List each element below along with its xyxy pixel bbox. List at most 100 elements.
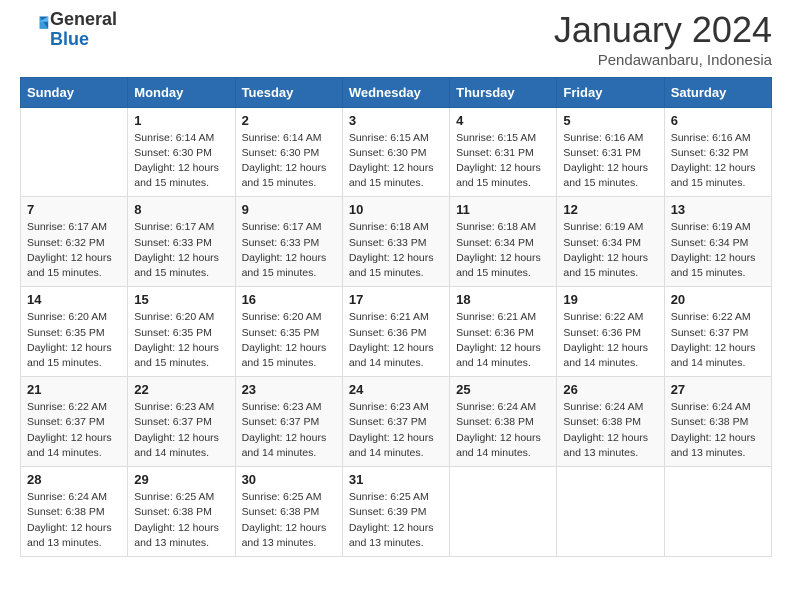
calendar-cell: 27Sunrise: 6:24 AMSunset: 6:38 PMDayligh… bbox=[664, 377, 771, 467]
calendar-cell: 13 Sunrise: 6:19 AMSunset: 6:34 PMDayligh… bbox=[664, 197, 771, 287]
day-info: Sunrise: 6:19 AMSunset: 6:34 PMDaylight:… bbox=[671, 220, 765, 281]
calendar-cell: 29 Sunrise: 6:25 AMSunset: 6:38 PMDayligh… bbox=[128, 467, 235, 557]
page-header: General Blue January 2024 Pendawanbaru, … bbox=[20, 10, 772, 69]
title-block: January 2024 Pendawanbaru, Indonesia bbox=[554, 10, 772, 69]
calendar-cell: 10 Sunrise: 6:18 AMSunset: 6:33 PMDayligh… bbox=[342, 197, 449, 287]
calendar-cell: 28 Sunrise: 6:24 AMSunset: 6:38 PMDayligh… bbox=[21, 467, 128, 557]
day-number: 4 bbox=[456, 113, 550, 128]
calendar-cell: 9 Sunrise: 6:17 AMSunset: 6:33 PMDaylight… bbox=[235, 197, 342, 287]
day-info: Sunrise: 6:24 AMSunset: 6:38 PMDaylight:… bbox=[456, 400, 550, 461]
calendar-cell: 3 Sunrise: 6:15 AMSunset: 6:30 PMDaylight… bbox=[342, 107, 449, 197]
day-number: 14 bbox=[27, 292, 121, 307]
day-info: Sunrise: 6:15 AMSunset: 6:31 PMDaylight:… bbox=[456, 131, 550, 192]
calendar-cell: 23Sunrise: 6:23 AMSunset: 6:37 PMDayligh… bbox=[235, 377, 342, 467]
calendar-cell: 25 Sunrise: 6:24 AMSunset: 6:38 PMDayligh… bbox=[450, 377, 557, 467]
day-number: 30 bbox=[242, 472, 336, 487]
weekday-header-thursday: Thursday bbox=[450, 77, 557, 107]
day-info: Sunrise: 6:16 AMSunset: 6:32 PMDaylight:… bbox=[671, 131, 765, 192]
day-number: 21 bbox=[27, 382, 121, 397]
day-info: Sunrise: 6:16 AMSunset: 6:31 PMDaylight:… bbox=[563, 131, 657, 192]
day-number: 12 bbox=[563, 202, 657, 217]
day-info: Sunrise: 6:20 AMSunset: 6:35 PMDaylight:… bbox=[27, 310, 121, 371]
logo-blue-text: Blue bbox=[50, 29, 89, 49]
calendar-cell: 14 Sunrise: 6:20 AMSunset: 6:35 PMDayligh… bbox=[21, 287, 128, 377]
week-row-1: 1Sunrise: 6:14 AMSunset: 6:30 PMDaylight… bbox=[21, 107, 772, 197]
day-info: Sunrise: 6:24 AMSunset: 6:38 PMDaylight:… bbox=[27, 490, 121, 551]
day-number: 6 bbox=[671, 113, 765, 128]
day-info: Sunrise: 6:23 AMSunset: 6:37 PMDaylight:… bbox=[349, 400, 443, 461]
calendar-cell: 19 Sunrise: 6:22 AMSunset: 6:36 PMDayligh… bbox=[557, 287, 664, 377]
location-text: Pendawanbaru, Indonesia bbox=[554, 52, 772, 69]
calendar-cell bbox=[557, 467, 664, 557]
day-info: Sunrise: 6:25 AMSunset: 6:38 PMDaylight:… bbox=[134, 490, 228, 551]
calendar-cell: 6 Sunrise: 6:16 AMSunset: 6:32 PMDaylight… bbox=[664, 107, 771, 197]
day-number: 16 bbox=[242, 292, 336, 307]
day-number: 24 bbox=[349, 382, 443, 397]
day-info: Sunrise: 6:19 AMSunset: 6:34 PMDaylight:… bbox=[563, 220, 657, 281]
day-number: 9 bbox=[242, 202, 336, 217]
day-info: Sunrise: 6:17 AMSunset: 6:33 PMDaylight:… bbox=[242, 220, 336, 281]
week-row-2: 7 Sunrise: 6:17 AMSunset: 6:32 PMDaylight… bbox=[21, 197, 772, 287]
day-number: 19 bbox=[563, 292, 657, 307]
day-number: 1 bbox=[134, 113, 228, 128]
calendar-cell: 11 Sunrise: 6:18 AMSunset: 6:34 PMDayligh… bbox=[450, 197, 557, 287]
day-number: 11 bbox=[456, 202, 550, 217]
day-info: Sunrise: 6:21 AMSunset: 6:36 PMDaylight:… bbox=[349, 310, 443, 371]
day-number: 17 bbox=[349, 292, 443, 307]
week-row-3: 14 Sunrise: 6:20 AMSunset: 6:35 PMDayligh… bbox=[21, 287, 772, 377]
day-info: Sunrise: 6:18 AMSunset: 6:34 PMDaylight:… bbox=[456, 220, 550, 281]
day-number: 10 bbox=[349, 202, 443, 217]
calendar-table: SundayMondayTuesdayWednesdayThursdayFrid… bbox=[20, 77, 772, 557]
day-number: 3 bbox=[349, 113, 443, 128]
calendar-cell: 22 Sunrise: 6:23 AMSunset: 6:37 PMDayligh… bbox=[128, 377, 235, 467]
calendar-cell: 16Sunrise: 6:20 AMSunset: 6:35 PMDayligh… bbox=[235, 287, 342, 377]
day-number: 28 bbox=[27, 472, 121, 487]
day-number: 7 bbox=[27, 202, 121, 217]
day-number: 29 bbox=[134, 472, 228, 487]
day-info: Sunrise: 6:23 AMSunset: 6:37 PMDaylight:… bbox=[134, 400, 228, 461]
day-info: Sunrise: 6:22 AMSunset: 6:37 PMDaylight:… bbox=[671, 310, 765, 371]
weekday-header-friday: Friday bbox=[557, 77, 664, 107]
calendar-cell: 5 Sunrise: 6:16 AMSunset: 6:31 PMDaylight… bbox=[557, 107, 664, 197]
calendar-cell: 24 Sunrise: 6:23 AMSunset: 6:37 PMDayligh… bbox=[342, 377, 449, 467]
month-title: January 2024 bbox=[554, 10, 772, 50]
calendar-cell: 21 Sunrise: 6:22 AMSunset: 6:37 PMDayligh… bbox=[21, 377, 128, 467]
day-number: 26 bbox=[563, 382, 657, 397]
day-info: Sunrise: 6:25 AMSunset: 6:38 PMDaylight:… bbox=[242, 490, 336, 551]
day-number: 20 bbox=[671, 292, 765, 307]
calendar-cell bbox=[664, 467, 771, 557]
logo: General Blue bbox=[20, 10, 117, 50]
day-number: 25 bbox=[456, 382, 550, 397]
day-number: 2 bbox=[242, 113, 336, 128]
day-info: Sunrise: 6:22 AMSunset: 6:36 PMDaylight:… bbox=[563, 310, 657, 371]
calendar-cell: 2Sunrise: 6:14 AMSunset: 6:30 PMDaylight… bbox=[235, 107, 342, 197]
day-info: Sunrise: 6:15 AMSunset: 6:30 PMDaylight:… bbox=[349, 131, 443, 192]
calendar-cell bbox=[21, 107, 128, 197]
calendar-cell: 20 Sunrise: 6:22 AMSunset: 6:37 PMDayligh… bbox=[664, 287, 771, 377]
day-number: 31 bbox=[349, 472, 443, 487]
weekday-header-monday: Monday bbox=[128, 77, 235, 107]
weekday-header-saturday: Saturday bbox=[664, 77, 771, 107]
day-info: Sunrise: 6:25 AMSunset: 6:39 PMDaylight:… bbox=[349, 490, 443, 551]
day-info: Sunrise: 6:21 AMSunset: 6:36 PMDaylight:… bbox=[456, 310, 550, 371]
day-info: Sunrise: 6:22 AMSunset: 6:37 PMDaylight:… bbox=[27, 400, 121, 461]
calendar-cell bbox=[450, 467, 557, 557]
day-number: 13 bbox=[671, 202, 765, 217]
day-number: 22 bbox=[134, 382, 228, 397]
calendar-cell: 17 Sunrise: 6:21 AMSunset: 6:36 PMDayligh… bbox=[342, 287, 449, 377]
day-info: Sunrise: 6:24 AMSunset: 6:38 PMDaylight:… bbox=[563, 400, 657, 461]
day-info: Sunrise: 6:17 AMSunset: 6:33 PMDaylight:… bbox=[134, 220, 228, 281]
week-row-4: 21 Sunrise: 6:22 AMSunset: 6:37 PMDayligh… bbox=[21, 377, 772, 467]
day-number: 18 bbox=[456, 292, 550, 307]
day-number: 5 bbox=[563, 113, 657, 128]
calendar-cell: 4 Sunrise: 6:15 AMSunset: 6:31 PMDaylight… bbox=[450, 107, 557, 197]
logo-general-text: General bbox=[50, 9, 117, 29]
calendar-cell: 8Sunrise: 6:17 AMSunset: 6:33 PMDaylight… bbox=[128, 197, 235, 287]
day-info: Sunrise: 6:17 AMSunset: 6:32 PMDaylight:… bbox=[27, 220, 121, 281]
week-row-5: 28 Sunrise: 6:24 AMSunset: 6:38 PMDayligh… bbox=[21, 467, 772, 557]
weekday-header-sunday: Sunday bbox=[21, 77, 128, 107]
calendar-cell: 26 Sunrise: 6:24 AMSunset: 6:38 PMDayligh… bbox=[557, 377, 664, 467]
calendar-cell: 7 Sunrise: 6:17 AMSunset: 6:32 PMDaylight… bbox=[21, 197, 128, 287]
day-info: Sunrise: 6:18 AMSunset: 6:33 PMDaylight:… bbox=[349, 220, 443, 281]
day-info: Sunrise: 6:23 AMSunset: 6:37 PMDaylight:… bbox=[242, 400, 336, 461]
